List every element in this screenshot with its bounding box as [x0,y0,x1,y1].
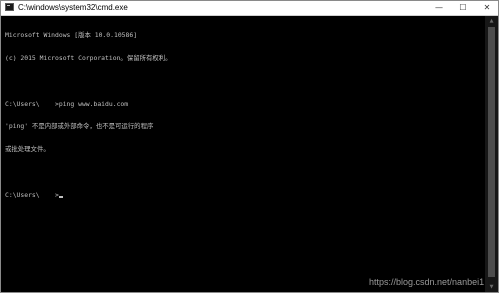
maximize-button[interactable]: ☐ [452,1,474,15]
console-line: 'ping' 不是内部或外部命令，也不是可运行的程序 [5,122,154,131]
cmd-window: C:\windows\system32\cmd.exe — ☐ ✕ Micros… [0,0,499,293]
title-bar[interactable]: C:\windows\system32\cmd.exe — ☐ ✕ [1,1,498,16]
scroll-down-arrow-icon[interactable]: ▼ [485,282,498,292]
cmd-icon[interactable] [5,3,14,11]
console-prompt-line[interactable]: C:\Users\ > [5,190,475,200]
console-line: 或批处理文件。 [5,145,50,154]
close-button[interactable]: ✕ [476,1,498,15]
minimize-button[interactable]: — [428,1,450,15]
console-line: (c) 2015 Microsoft Corporation。保留所有权利。 [5,53,172,62]
scroll-up-arrow-icon[interactable]: ▲ [485,16,498,26]
text-cursor [58,196,63,198]
console-line: Microsoft Windows [版本 10.0.10586] [5,31,138,40]
watermark-text: https://blog.csdn.net/nanbei1 [369,277,485,287]
console-line: C:\Users\ >ping www.baidu.com [5,99,129,108]
window-title: C:\windows\system32\cmd.exe [18,3,128,12]
vertical-scrollbar[interactable]: ▲ ▼ [485,16,498,292]
scroll-thumb[interactable] [488,27,495,277]
console-output[interactable]: Microsoft Windows [版本 10.0.10586] (c) 20… [5,17,475,287]
console-prompt: C:\Users\ > [5,190,59,199]
